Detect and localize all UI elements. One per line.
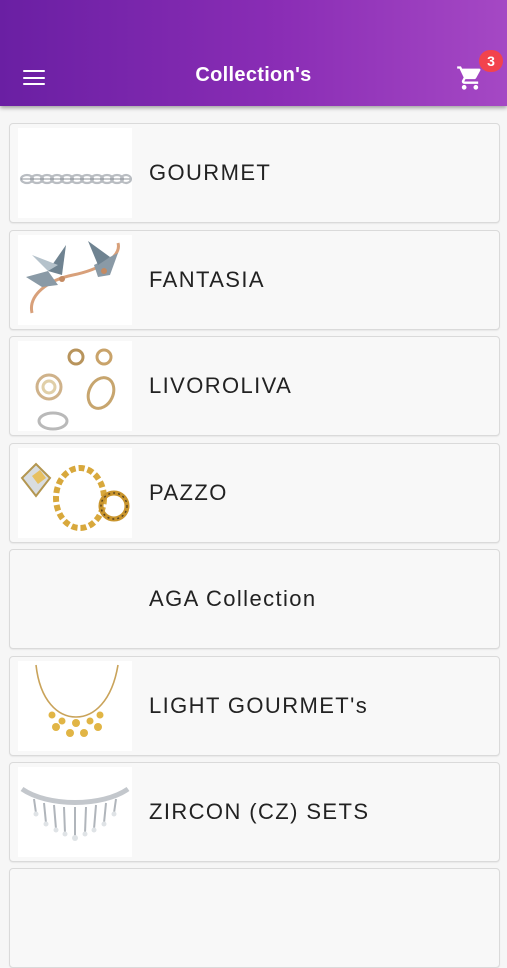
collection-name: ZIRCON (CZ) SETS xyxy=(149,799,370,824)
collection-name: AGA Collection xyxy=(149,586,317,611)
gold-chain-set-image xyxy=(18,448,132,538)
silver-chain-image xyxy=(18,128,132,218)
collection-name: LIVOROLIVA xyxy=(149,373,293,398)
collection-name: GOURMET xyxy=(149,160,272,185)
list-item[interactable] xyxy=(9,868,500,968)
page-title: Collection's xyxy=(195,64,312,86)
bird-bangle-image xyxy=(18,235,132,325)
list-item[interactable]: PAZZO xyxy=(9,443,500,543)
collection-name: PAZZO xyxy=(149,480,228,505)
collection-name: LIGHT GOURMET's xyxy=(149,693,369,718)
rings-set-image xyxy=(18,341,132,431)
app-bar: Collection's 3 xyxy=(0,0,507,106)
list-item[interactable]: FANTASIA xyxy=(9,230,500,330)
list-item[interactable]: ZIRCON (CZ) SETS xyxy=(9,762,500,862)
list-item[interactable]: LIVOROLIVA xyxy=(9,336,500,436)
cz-necklace-image xyxy=(18,767,132,857)
cart-count-badge: 3 xyxy=(479,50,503,72)
list-item[interactable]: GOURMET xyxy=(9,123,500,223)
collection-name: FANTASIA xyxy=(149,267,265,292)
gold-necklace-image xyxy=(18,661,132,751)
list-item[interactable]: AGA Collection xyxy=(9,549,500,649)
list-item[interactable]: LIGHT GOURMET's xyxy=(9,656,500,756)
